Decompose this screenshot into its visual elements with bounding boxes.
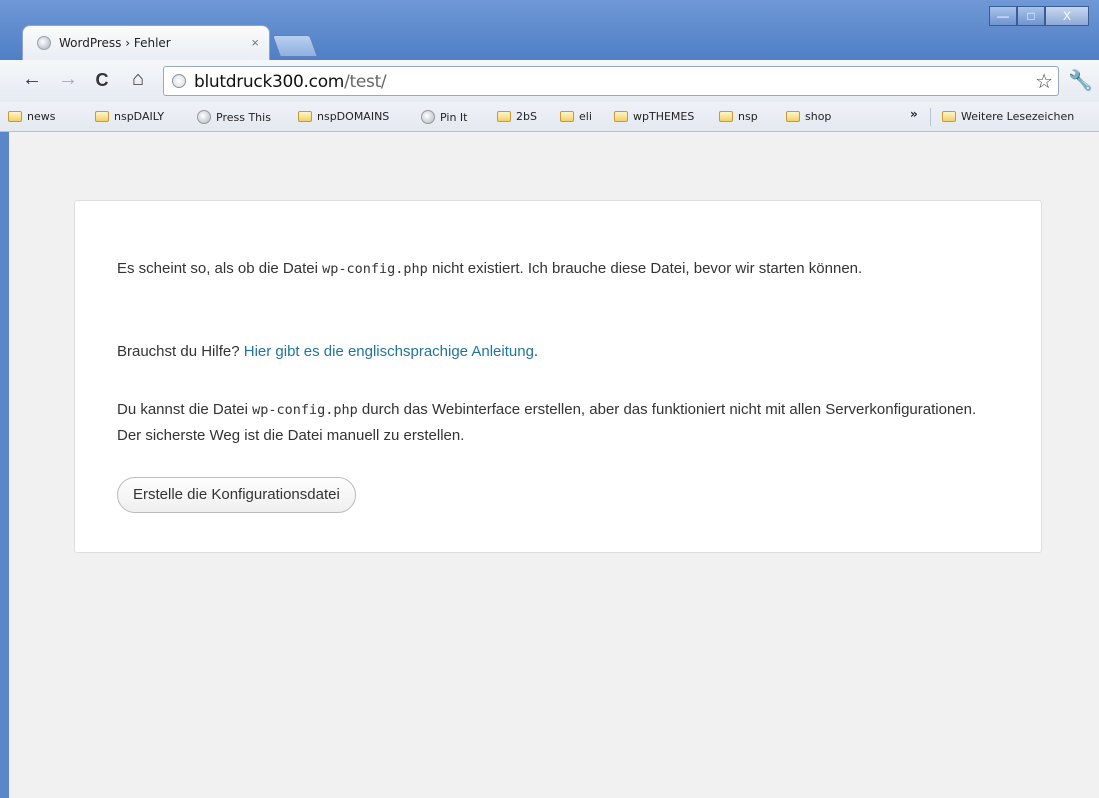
setup-card: Es scheint so, als ob die Datei wp-confi…: [74, 200, 1042, 553]
folder-icon: [614, 111, 628, 122]
bookmarks-divider: [930, 108, 931, 126]
bookmark-press-this[interactable]: Press This: [197, 110, 271, 124]
bookmark-news[interactable]: news: [8, 110, 55, 123]
home-button[interactable]: ⌂: [126, 68, 150, 91]
url-host: blutdruck300.com: [194, 72, 345, 92]
new-tab-button[interactable]: [271, 35, 319, 57]
wrench-menu-icon[interactable]: 🔧: [1068, 68, 1093, 93]
folder-icon: [942, 111, 956, 122]
bookmark-nspdaily[interactable]: nspDAILY: [95, 110, 164, 123]
bookmarks-bar: news nspDAILY Press This nspDOMAINS Pin …: [0, 102, 1099, 132]
bookmarks-overflow-icon[interactable]: »: [910, 107, 918, 121]
bookmark-wpthemes[interactable]: wpTHEMES: [614, 110, 694, 123]
bookmark-star-icon[interactable]: ☆: [1035, 69, 1053, 94]
create-config-button[interactable]: Erstelle die Konfigurationsdatei: [117, 477, 356, 513]
config-filename: wp-config.php: [252, 402, 358, 418]
title-bar: WordPress › Fehler × — □ X: [0, 0, 1099, 60]
help-message: Brauchst du Hilfe? Hier gibt es die engl…: [117, 343, 539, 360]
maximize-button[interactable]: □: [1017, 6, 1045, 26]
folder-icon: [497, 111, 511, 122]
globe-icon: [421, 110, 435, 124]
minimize-button[interactable]: —: [989, 6, 1017, 26]
tab-wordpress[interactable]: WordPress › Fehler ×: [22, 25, 270, 60]
forward-button[interactable]: →: [56, 68, 80, 91]
browser-window: WordPress › Fehler × — □ X ← → C ⌂ blutd…: [0, 0, 1099, 798]
window-controls: — □ X: [989, 6, 1089, 28]
bookmark-2bs[interactable]: 2bS: [497, 110, 537, 123]
globe-icon: [172, 74, 186, 88]
create-info-message: Du kannst die Datei wp-config.php durch …: [117, 401, 977, 444]
url-path: /test/: [344, 72, 387, 92]
tab-title: WordPress › Fehler: [59, 36, 171, 50]
config-filename: wp-config.php: [322, 261, 428, 277]
globe-icon: [197, 110, 211, 124]
help-link[interactable]: Hier gibt es die englischsprachige Anlei…: [244, 343, 534, 360]
bookmark-nspdomains[interactable]: nspDOMAINS: [298, 110, 389, 123]
missing-config-message: Es scheint so, als ob die Datei wp-confi…: [117, 260, 863, 277]
folder-icon: [719, 111, 733, 122]
bookmark-shop[interactable]: shop: [786, 110, 831, 123]
close-tab-icon[interactable]: ×: [251, 35, 259, 50]
bookmark-other[interactable]: Weitere Lesezeichen: [942, 110, 1074, 123]
folder-icon: [786, 111, 800, 122]
back-button[interactable]: ←: [20, 68, 44, 91]
bookmark-eli[interactable]: eli: [560, 110, 592, 123]
url-text: blutdruck300.com/test/: [194, 72, 387, 92]
folder-icon: [95, 111, 109, 122]
bookmark-pin-it[interactable]: Pin It: [421, 110, 467, 124]
bookmark-nsp[interactable]: nsp: [719, 110, 758, 123]
folder-icon: [298, 111, 312, 122]
page-viewport: Es scheint so, als ob die Datei wp-confi…: [9, 132, 1099, 798]
folder-icon: [8, 111, 22, 122]
reload-button[interactable]: C: [90, 70, 114, 91]
folder-icon: [560, 111, 574, 122]
address-bar[interactable]: blutdruck300.com/test/ ☆: [163, 66, 1059, 96]
globe-icon: [37, 36, 51, 50]
close-window-button[interactable]: X: [1045, 6, 1089, 26]
